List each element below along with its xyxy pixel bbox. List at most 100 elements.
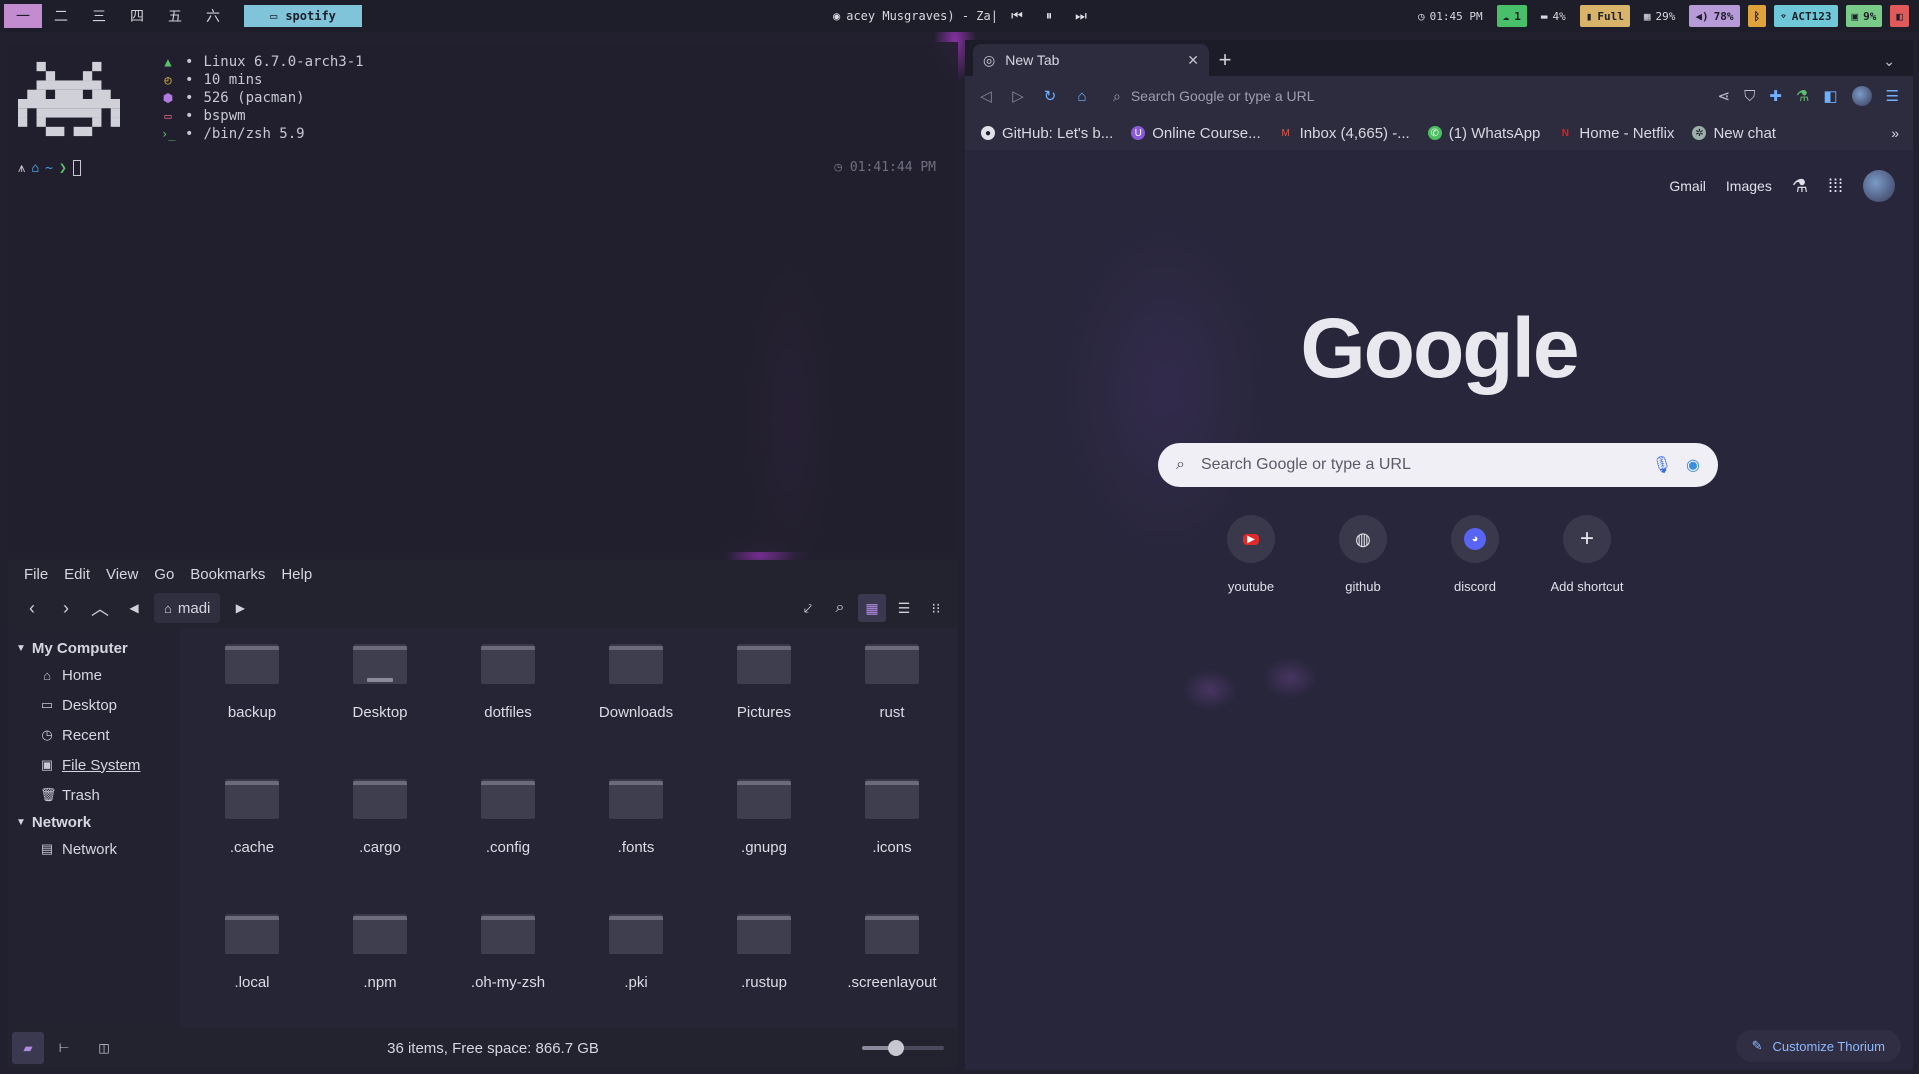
folder-item[interactable]: Downloads [572,632,700,767]
folder-item[interactable]: .icons [828,767,956,902]
folder-item[interactable]: .rustup [700,902,828,1037]
add-shortcut-button[interactable]: + Add shortcut [1531,515,1643,594]
folder-item[interactable]: .npm [316,902,444,1037]
wifi-module[interactable]: ⌔ ACT123 [1774,5,1838,27]
battery-module[interactable]: ▮ Full [1579,5,1630,27]
flask-icon[interactable]: ⚗ [1796,87,1809,105]
ntp-search-box[interactable]: ⌕ Search Google or type a URL 🎙︎ ◉ [1158,443,1718,487]
account-avatar[interactable] [1863,170,1895,202]
workspace-2[interactable]: 二 [42,4,80,28]
sidebar-section-network[interactable]: ▼ Network [8,810,180,834]
folder-item[interactable]: rust [828,632,956,767]
folder-item[interactable]: Desktop [316,632,444,767]
bookmark-courses[interactable]: U Online Course... [1131,125,1261,142]
folder-item[interactable]: .oh-my-zsh [444,902,572,1037]
bluetooth-module[interactable]: ᛒ [1747,5,1767,27]
disk-module[interactable]: ▬ 4% [1535,5,1572,27]
gmail-link[interactable]: Gmail [1669,178,1706,194]
pause-icon[interactable]: ⏸ [1036,9,1062,24]
clock-module[interactable]: ◷ 01:45 PM [1412,5,1489,27]
breadcrumb[interactable]: ⌂ madi [154,593,221,623]
customize-button[interactable]: ✎ Customize Thorium [1735,1030,1901,1062]
sidebar-item-trash[interactable]: 🗑︎ Trash [8,780,180,810]
folder-item[interactable]: .fonts [572,767,700,902]
back-icon[interactable]: ◁ [977,87,995,105]
folder-item[interactable]: .cache [188,767,316,902]
breadcrumb-right-icon[interactable]: ▶ [226,594,254,622]
folder-item[interactable]: dotfiles [444,632,572,767]
new-tab-button[interactable]: + [1209,44,1241,76]
extensions-icon[interactable]: ✚ [1769,87,1782,105]
images-link[interactable]: Images [1726,178,1772,194]
folder-item[interactable]: .gnupg [700,767,828,902]
up-icon[interactable]: ︿ [86,594,114,622]
workspace-6[interactable]: 六 [194,4,232,28]
terminal-window[interactable]: ▲ • Linux 6.7.0-arch3-1 ◴ • 10 mins ⬢ • 526 (p… [8,42,958,552]
sidebar-item-filesystem[interactable]: ▣ File System [8,750,180,780]
sidebar-section-computer[interactable]: ▼ My Computer [8,636,180,660]
menu-bookmarks[interactable]: Bookmarks [182,566,273,583]
shortcut-github[interactable]: ◍ github [1307,515,1419,594]
path-toggle-icon[interactable]: ⤦ [794,594,822,622]
cpu-module[interactable]: ▣ 9% [1845,5,1883,27]
forward-icon[interactable]: › [52,594,80,622]
folder-item[interactable]: .cargo [316,767,444,902]
bookmark-icon[interactable]: ⛉ [1744,88,1755,105]
sidebar-item-home[interactable]: ⌂ Home [8,660,180,690]
compact-view-icon[interactable]: ⁝⁝ [922,594,950,622]
updates-module[interactable]: ☁ 1 [1496,5,1527,27]
search-icon[interactable]: ⌕ [826,594,854,622]
folder-item[interactable]: .pki [572,902,700,1037]
bookmark-new-chat[interactable]: ✲ New chat [1692,125,1776,142]
profile-avatar[interactable] [1851,86,1872,106]
menu-go[interactable]: Go [146,566,182,583]
bookmark-whatsapp[interactable]: ✆ (1) WhatsApp [1427,125,1540,142]
tab-new-tab[interactable]: ◎ New Tab ✕ [973,44,1209,76]
bookmark-netflix[interactable]: N Home - Netflix [1558,125,1675,142]
back-icon[interactable]: ‹ [18,594,46,622]
folder-item[interactable]: Pictures [700,632,828,767]
microphone-icon[interactable]: 🎙︎ [1652,455,1672,475]
apps-grid-icon[interactable]: ⁞⁞⁞ [1828,176,1843,197]
sidebar-item-network[interactable]: ▤ Network [8,834,180,864]
lens-icon[interactable]: ◉ [1686,455,1700,475]
omnibox[interactable]: ⌕ Search Google or type a URL [1105,81,1703,111]
more-bookmarks-icon[interactable]: » [1891,125,1899,141]
bookmark-gmail[interactable]: M Inbox (4,665) -... [1279,125,1409,142]
close-icon[interactable]: ✕ [1187,52,1199,69]
icon-view-icon[interactable]: ▦ [858,594,886,622]
power-button[interactable]: ◧ [1890,5,1909,27]
focused-window-tag[interactable]: ▭ spotify [244,5,362,27]
shortcut-discord[interactable]: ◕ discord [1419,515,1531,594]
sidebar-item-desktop[interactable]: ▭ Desktop [8,690,180,720]
reload-icon[interactable]: ↻ [1041,87,1059,105]
forward-icon[interactable]: ▷ [1009,87,1027,105]
breadcrumb-left-icon[interactable]: ◀ [120,594,148,622]
next-track-icon[interactable]: ⏭ [1068,9,1094,24]
volume-module[interactable]: ◀) 78% [1689,5,1740,27]
folder-item[interactable]: .config [444,767,572,902]
menu-help[interactable]: Help [273,566,320,583]
menu-file[interactable]: File [16,566,56,583]
bookmark-github[interactable]: ● GitHub: Let's b... [981,125,1113,142]
sidepanel-icon[interactable]: ◧ [1823,87,1837,105]
workspace-5[interactable]: 五 [156,4,194,28]
folder-item[interactable]: .local [188,902,316,1037]
workspace-1[interactable]: 一 [4,4,42,28]
folder-item[interactable]: backup [188,632,316,767]
list-view-icon[interactable]: ☰ [890,594,918,622]
shortcut-youtube[interactable]: ▶ youtube [1195,515,1307,594]
previous-track-icon[interactable]: ⏮ [1004,9,1030,24]
memory-module[interactable]: ▦ 29% [1638,5,1682,27]
share-icon[interactable]: ⋖ [1717,87,1730,105]
sidebar-item-recent[interactable]: ◷ Recent [8,720,180,750]
workspace-4[interactable]: 四 [118,4,156,28]
menu-view[interactable]: View [98,566,146,583]
chevron-down-icon[interactable]: ⌄ [1883,53,1895,70]
workspace-3[interactable]: 三 [80,4,118,28]
menu-icon[interactable]: ☰ [1886,87,1899,105]
home-icon[interactable]: ⌂ [1073,88,1091,105]
shell-prompt[interactable]: ⩚ ⌂ ~ ❯ [18,160,81,176]
menu-edit[interactable]: Edit [56,566,98,583]
folder-item[interactable]: .screenlayout [828,902,956,1037]
